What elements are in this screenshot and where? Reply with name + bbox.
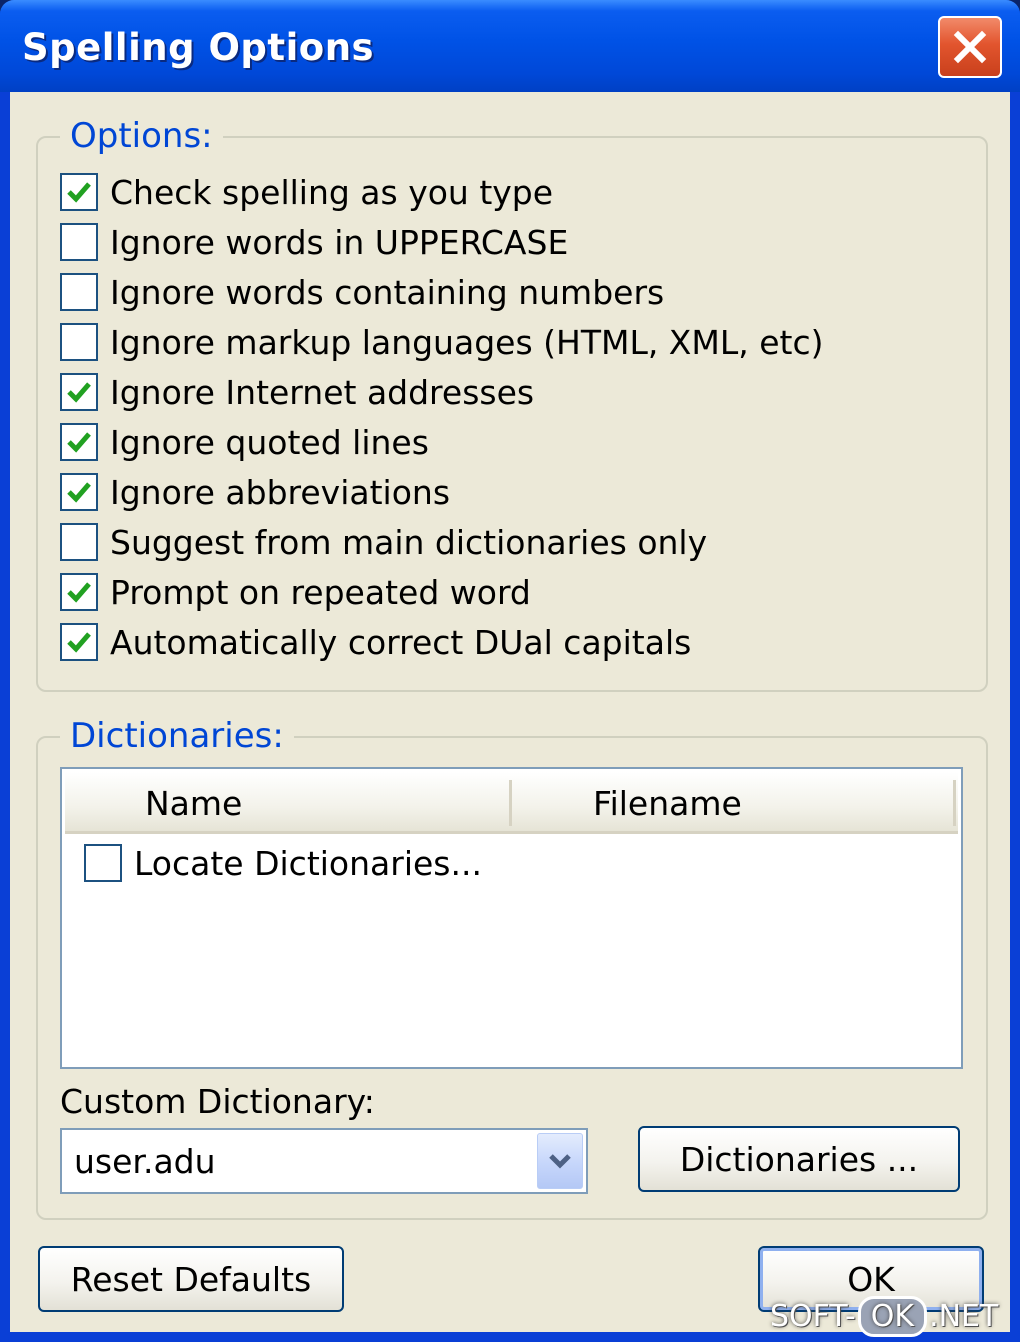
option-label: Check spelling as you type: [110, 172, 554, 212]
custom-dictionary-combo[interactable]: user.adu: [60, 1128, 588, 1194]
window-title: Spelling Options: [22, 26, 375, 69]
dictionaries-group-legend: Dictionaries:: [60, 716, 294, 756]
combo-dropdown-button[interactable]: [537, 1133, 583, 1189]
column-separator[interactable]: [509, 780, 512, 826]
dictionaries-button[interactable]: Dictionaries ...: [638, 1126, 960, 1192]
watermark-right: .NET: [929, 1299, 999, 1334]
option-label: Ignore abbreviations: [110, 472, 451, 512]
check-icon: [67, 482, 91, 503]
column-header-filename[interactable]: Filename: [593, 772, 742, 834]
chevron-down-icon: [549, 1154, 571, 1169]
option-label: Ignore words containing numbers: [110, 272, 665, 312]
option-label: Automatically correct DUal capitals: [110, 622, 692, 662]
dictionaries-list[interactable]: Name Filename Locate Dictionaries...: [60, 767, 963, 1069]
option-checkbox[interactable]: [60, 423, 98, 461]
watermark-mid: OK: [857, 1296, 928, 1337]
option-label: Prompt on repeated word: [110, 572, 531, 612]
option-checkbox[interactable]: [60, 323, 98, 361]
option-row[interactable]: Ignore Internet addresses: [60, 370, 534, 414]
option-row[interactable]: Automatically correct DUal capitals: [60, 620, 691, 664]
check-icon: [67, 432, 91, 453]
option-row[interactable]: Ignore words containing numbers: [60, 270, 664, 314]
spelling-options-window: Spelling Options Options: Check spelling…: [0, 0, 1020, 1342]
option-checkbox[interactable]: [60, 223, 98, 261]
option-row[interactable]: Ignore abbreviations: [60, 470, 450, 514]
dictionary-checkbox[interactable]: [84, 844, 122, 882]
custom-dictionary-label: Custom Dictionary:: [60, 1082, 375, 1121]
option-checkbox[interactable]: [60, 273, 98, 311]
option-checkbox[interactable]: [60, 573, 98, 611]
check-icon: [67, 632, 91, 653]
option-label: Suggest from main dictionaries only: [110, 522, 708, 562]
close-icon: [953, 30, 987, 64]
option-row[interactable]: Suggest from main dictionaries only: [60, 520, 707, 564]
check-icon: [67, 182, 91, 203]
reset-defaults-button[interactable]: Reset Defaults: [38, 1246, 344, 1312]
watermark: SOFT- OK .NET: [770, 1296, 998, 1337]
option-label: Ignore Internet addresses: [110, 372, 535, 412]
dictionary-name: Locate Dictionaries...: [134, 843, 482, 883]
title-bar[interactable]: Spelling Options: [0, 0, 1020, 92]
check-icon: [67, 382, 91, 403]
check-icon: [67, 582, 91, 603]
option-checkbox[interactable]: [60, 473, 98, 511]
list-item[interactable]: Locate Dictionaries...: [84, 841, 482, 885]
option-row[interactable]: Prompt on repeated word: [60, 570, 531, 614]
option-label: Ignore quoted lines: [110, 422, 429, 462]
option-row[interactable]: Ignore words in UPPERCASE: [60, 220, 568, 264]
option-checkbox[interactable]: [60, 623, 98, 661]
option-checkbox[interactable]: [60, 173, 98, 211]
column-separator[interactable]: [953, 780, 956, 826]
option-row[interactable]: Ignore quoted lines: [60, 420, 429, 464]
custom-dictionary-value: user.adu: [74, 1142, 216, 1181]
close-button[interactable]: [938, 16, 1002, 78]
option-checkbox[interactable]: [60, 523, 98, 561]
option-label: Ignore words in UPPERCASE: [110, 222, 569, 262]
watermark-left: SOFT-: [770, 1299, 856, 1334]
option-label: Ignore markup languages (HTML, XML, etc): [110, 322, 824, 362]
option-checkbox[interactable]: [60, 373, 98, 411]
option-row[interactable]: Ignore markup languages (HTML, XML, etc): [60, 320, 824, 364]
option-row[interactable]: Check spelling as you type: [60, 170, 553, 214]
column-header-name[interactable]: Name: [145, 772, 242, 834]
list-header: Name Filename: [65, 772, 958, 834]
dialog-body: Options: Check spelling as you type Ignor…: [10, 92, 1010, 1332]
options-group-legend: Options:: [60, 116, 223, 156]
